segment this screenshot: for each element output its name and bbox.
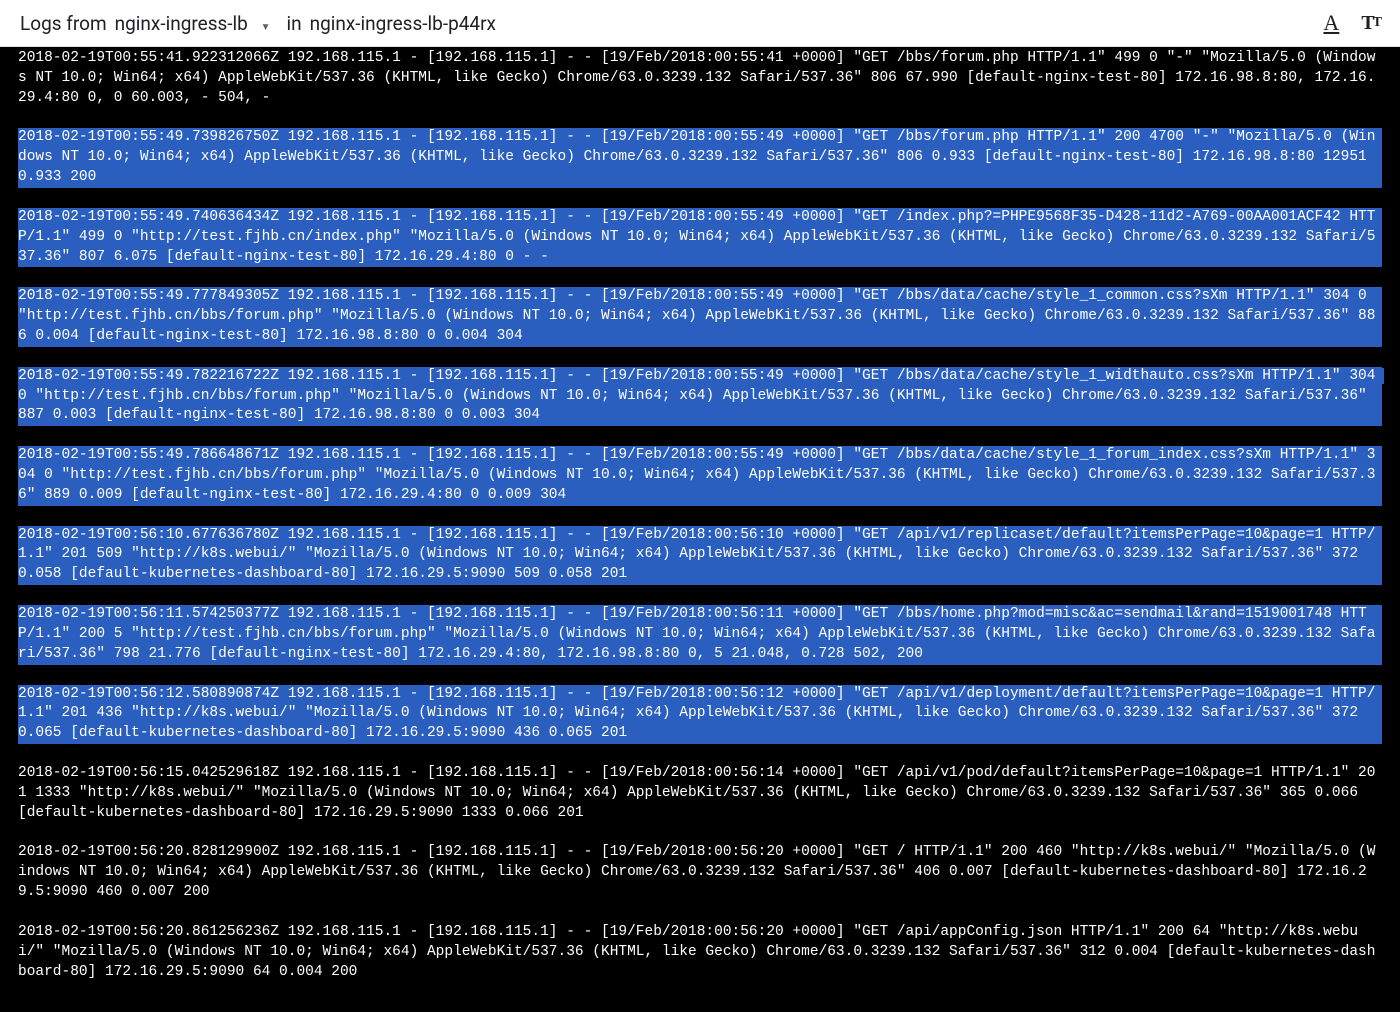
log-text: 2018-02-19T00:56:12.580890874Z 192.168.1… bbox=[18, 686, 1375, 742]
log-source-label: nginx-ingress-lb bbox=[115, 12, 248, 35]
header-right: A TT bbox=[1323, 10, 1380, 36]
log-line[interactable]: 2018-02-19T00:56:20.828129900Z 192.168.1… bbox=[18, 843, 1382, 903]
log-line[interactable]: 2018-02-19T00:56:15.042529618Z 192.168.1… bbox=[18, 764, 1382, 824]
log-line[interactable]: 2018-02-19T00:56:12.580890874Z 192.168.1… bbox=[18, 685, 1382, 745]
title-prefix: Logs from bbox=[20, 12, 107, 35]
chevron-down-icon: ▼ bbox=[261, 22, 271, 33]
log-viewer[interactable]: 2018-02-19T00:55:41.922312066Z 192.168.1… bbox=[0, 47, 1400, 1012]
log-text: 2018-02-19T00:56:11.574250377Z 192.168.1… bbox=[18, 606, 1375, 662]
log-text: 2018-02-19T00:55:49.777849305Z 192.168.1… bbox=[18, 288, 1375, 344]
log-text: 2018-02-19T00:55:49.786648671Z 192.168.1… bbox=[18, 447, 1375, 503]
log-text: 2018-02-19T00:56:20.861256236Z 192.168.1… bbox=[18, 924, 1375, 980]
logs-header: Logs from nginx-ingress-lb ▼ in nginx-in… bbox=[0, 0, 1400, 47]
log-line[interactable]: 2018-02-19T00:55:41.922312066Z 192.168.1… bbox=[18, 49, 1382, 109]
log-line[interactable]: 2018-02-19T00:56:10.677636780Z 192.168.1… bbox=[18, 526, 1382, 586]
header-title: Logs from nginx-ingress-lb ▼ in nginx-in… bbox=[20, 12, 496, 35]
log-line[interactable]: 2018-02-19T00:55:49.777849305Z 192.168.1… bbox=[18, 287, 1382, 347]
log-line[interactable]: 2018-02-19T00:55:49.740636434Z 192.168.1… bbox=[18, 208, 1382, 268]
log-text: 2018-02-19T00:56:15.042529618Z 192.168.1… bbox=[18, 765, 1375, 821]
log-line[interactable]: 2018-02-19T00:55:49.739826750Z 192.168.1… bbox=[18, 128, 1382, 188]
pod-name: nginx-ingress-lb-p44rx bbox=[310, 12, 496, 35]
log-line[interactable]: 2018-02-19T00:56:11.574250377Z 192.168.1… bbox=[18, 605, 1382, 665]
font-size-icon[interactable]: TT bbox=[1361, 12, 1380, 35]
log-text: 2018-02-19T00:55:49.739826750Z 192.168.1… bbox=[18, 129, 1375, 185]
log-text: 2018-02-19T00:55:41.922312066Z 192.168.1… bbox=[18, 50, 1375, 106]
log-line[interactable]: 2018-02-19T00:55:49.782216722Z 192.168.1… bbox=[18, 367, 1382, 427]
log-source-dropdown[interactable]: nginx-ingress-lb ▼ bbox=[115, 12, 279, 35]
log-line[interactable]: 2018-02-19T00:56:20.861256236Z 192.168.1… bbox=[18, 923, 1382, 983]
log-text: 2018-02-19T00:55:49.740636434Z 192.168.1… bbox=[18, 209, 1375, 265]
log-text: 2018-02-19T00:56:20.828129900Z 192.168.1… bbox=[18, 844, 1375, 900]
header-left: Logs from nginx-ingress-lb ▼ in nginx-in… bbox=[20, 12, 496, 35]
in-label: in bbox=[286, 12, 301, 35]
log-text: 2018-02-19T00:56:10.677636780Z 192.168.1… bbox=[18, 527, 1375, 583]
log-line[interactable]: 2018-02-19T00:55:49.786648671Z 192.168.1… bbox=[18, 446, 1382, 506]
log-text: 2018-02-19T00:55:49.782216722Z 192.168.1… bbox=[18, 368, 1384, 424]
text-color-icon[interactable]: A bbox=[1323, 10, 1339, 36]
